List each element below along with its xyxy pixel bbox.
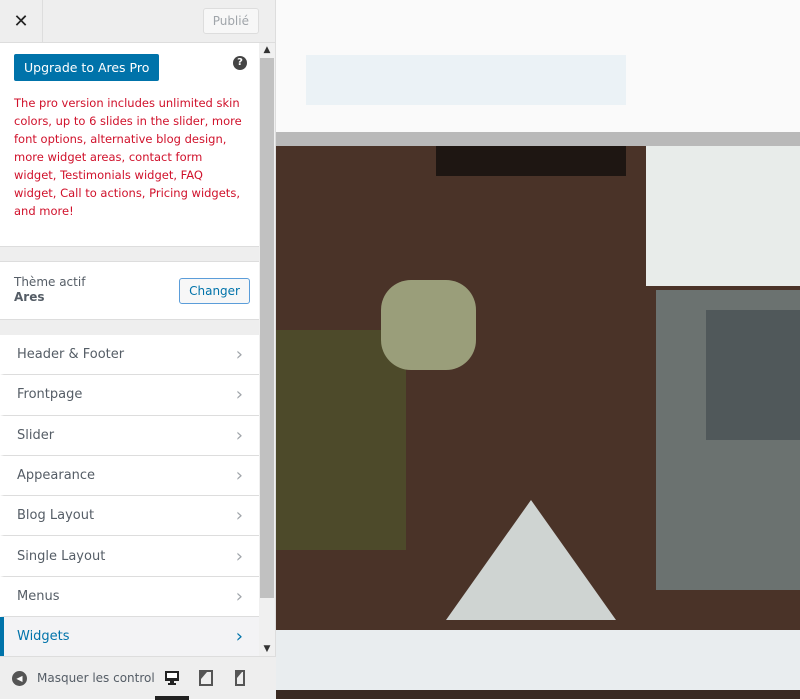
scrollbar-thumb[interactable] [260, 58, 274, 598]
collapse-controls-button[interactable]: Masquer les controles [37, 671, 155, 685]
preview-mobile-button[interactable] [223, 657, 257, 700]
mobile-icon [235, 670, 245, 686]
section-label: Single Layout [17, 548, 106, 564]
chevron-right-icon: › [235, 384, 243, 406]
tablet-icon [199, 670, 213, 686]
active-theme: Thème actif Ares Changer [0, 262, 259, 320]
chevron-right-icon: › [235, 626, 243, 648]
customizer-footer: ◀ Masquer les controles [0, 656, 276, 700]
chevron-right-icon: › [235, 585, 243, 607]
section-single-layout[interactable]: Single Layout › [0, 536, 259, 577]
scroll-up-icon[interactable]: ▲ [259, 45, 275, 55]
preview-bottom-edge [276, 690, 800, 699]
collapse-icon[interactable]: ◀ [12, 670, 27, 686]
preview-desktop-button[interactable] [155, 657, 189, 700]
upgrade-button[interactable]: Upgrade to Ares Pro [14, 54, 160, 81]
preview-logo-area [306, 55, 626, 105]
scrollbar[interactable]: ▲ ▼ [259, 43, 275, 656]
preview-image-block [436, 146, 626, 176]
close-button[interactable]: ✕ [0, 0, 43, 43]
customizer-sidebar: ✕ Publié Upgrade to Ares Pro ? The pro v… [0, 0, 276, 700]
section-menus[interactable]: Menus › [0, 576, 259, 618]
section-label: Header & Footer [17, 347, 125, 363]
section-blog-layout[interactable]: Blog Layout › [0, 496, 259, 537]
section-widgets[interactable]: Widgets › [0, 617, 259, 656]
chevron-right-icon: › [235, 545, 243, 567]
preview-content-strip [276, 630, 800, 690]
preview-image-block [276, 330, 406, 550]
section-label: Widgets [17, 629, 70, 645]
section-header-footer[interactable]: Header & Footer › [0, 335, 259, 376]
preview-image-block [381, 280, 476, 370]
chevron-right-icon: › [235, 505, 243, 527]
change-theme-button[interactable]: Changer [179, 278, 250, 304]
preview-image-block [646, 146, 800, 286]
section-label: Menus [17, 588, 60, 604]
divider [0, 320, 259, 335]
preview-image-block [706, 310, 800, 440]
pro-description: The pro version includes unlimited skin … [14, 96, 242, 218]
chevron-right-icon: › [235, 344, 243, 366]
preview-band [276, 132, 800, 146]
section-label: Appearance [17, 468, 96, 484]
sections-panel: Upgrade to Ares Pro ? The pro version in… [0, 43, 259, 656]
publish-button[interactable]: Publié [202, 8, 259, 34]
chevron-right-icon: › [235, 424, 243, 446]
help-icon[interactable]: ? [233, 56, 247, 70]
chevron-right-icon: › [235, 465, 243, 487]
pro-upsell: Upgrade to Ares Pro ? The pro version in… [0, 43, 259, 246]
section-label: Frontpage [17, 387, 83, 403]
site-preview[interactable] [276, 0, 800, 699]
section-slider[interactable]: Slider › [0, 415, 259, 456]
section-appearance[interactable]: Appearance › [0, 455, 259, 497]
preview-tablet-button[interactable] [189, 657, 223, 700]
divider [0, 246, 259, 262]
section-label: Slider [17, 427, 55, 443]
customizer-header: ✕ Publié [0, 0, 275, 43]
desktop-icon [165, 671, 179, 685]
section-frontpage[interactable]: Frontpage › [0, 375, 259, 416]
scroll-down-icon[interactable]: ▼ [259, 644, 275, 654]
section-label: Blog Layout [17, 508, 95, 524]
section-list: Header & Footer › Frontpage › Slider › Appeara… [0, 335, 259, 656]
